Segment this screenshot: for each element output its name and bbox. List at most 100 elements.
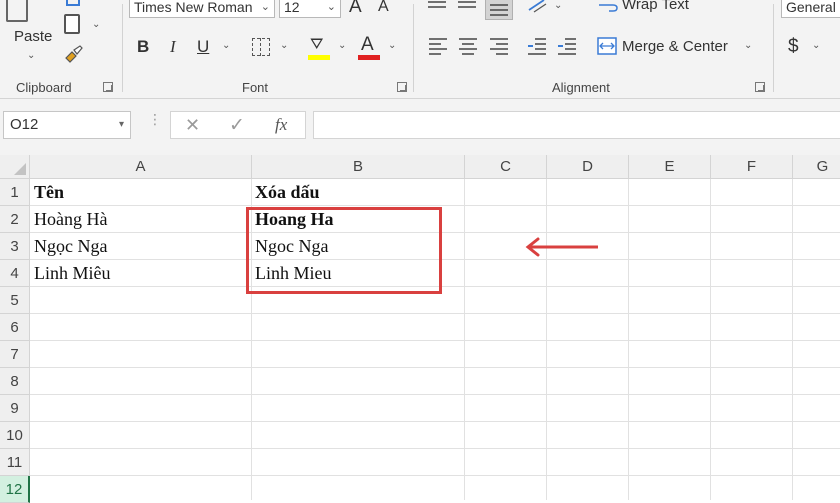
row-header-6[interactable]: 6 xyxy=(0,314,30,341)
font-name-select[interactable]: Times New Roman ⌄ xyxy=(129,0,275,18)
name-box[interactable]: O12 ▾ xyxy=(3,111,131,139)
clipboard-launcher-icon[interactable] xyxy=(103,82,113,92)
paste-icon[interactable] xyxy=(6,0,28,22)
cancel-icon[interactable]: ✕ xyxy=(185,115,200,136)
decrease-indent-icon[interactable] xyxy=(527,37,547,55)
chevron-down-icon: ▾ xyxy=(118,119,124,130)
merge-dropdown-icon[interactable]: ⌄ xyxy=(744,40,752,51)
underline-button[interactable]: U xyxy=(197,37,209,57)
select-all-button[interactable] xyxy=(0,155,30,179)
align-left-icon[interactable] xyxy=(428,37,448,55)
column-header-C[interactable]: C xyxy=(465,155,547,179)
spreadsheet-grid: A B C D E F G 1 2 3 4 5 6 7 8 9 10 11 12… xyxy=(0,155,840,503)
gridline xyxy=(30,340,840,341)
italic-button[interactable]: I xyxy=(170,37,176,57)
font-color-button[interactable]: A xyxy=(361,34,374,56)
column-header-G[interactable]: G xyxy=(793,155,840,179)
align-bottom-button[interactable] xyxy=(485,0,513,20)
ribbon: Paste ⌄ ⌄ Clipboard Times New Roman ⌄ 12… xyxy=(0,0,840,99)
wrap-text-icon[interactable] xyxy=(598,0,618,14)
row-header-1[interactable]: 1 xyxy=(0,179,30,206)
cell-B1[interactable]: Xóa dấu xyxy=(252,179,464,206)
merge-center-icon[interactable] xyxy=(597,37,617,55)
bold-button[interactable]: B xyxy=(137,37,149,57)
wrap-text-button[interactable]: Wrap Text xyxy=(622,0,689,13)
borders-icon[interactable] xyxy=(252,38,270,56)
highlight-box xyxy=(246,207,442,294)
drag-handle-icon[interactable]: ⋮ xyxy=(148,112,162,126)
gridline xyxy=(792,179,793,500)
group-divider xyxy=(413,4,414,92)
paste-button[interactable]: Paste xyxy=(14,28,52,45)
column-header-F[interactable]: F xyxy=(711,155,793,179)
currency-dropdown-icon[interactable]: ⌄ xyxy=(812,40,820,51)
gridline xyxy=(546,179,547,500)
cell-A4[interactable]: Linh Miêu xyxy=(31,260,251,287)
font-color-bar xyxy=(358,55,380,60)
row-header-3[interactable]: 3 xyxy=(0,233,30,260)
formula-input[interactable] xyxy=(313,111,840,139)
format-painter-icon[interactable] xyxy=(62,44,84,64)
fill-color-bar xyxy=(308,55,330,60)
font-group-label: Font xyxy=(242,80,269,95)
alignment-launcher-icon[interactable] xyxy=(755,82,765,92)
increase-indent-icon[interactable] xyxy=(557,37,577,55)
borders-dropdown-icon[interactable]: ⌄ xyxy=(280,40,288,51)
shrink-font-button[interactable]: A xyxy=(378,0,389,16)
row-header-12[interactable]: 12 xyxy=(0,476,30,503)
align-center-icon[interactable] xyxy=(458,37,478,55)
borders-icon-inner xyxy=(260,38,261,56)
group-divider xyxy=(122,4,123,92)
chevron-down-icon: ⌄ xyxy=(326,1,336,13)
font-launcher-icon[interactable] xyxy=(397,82,407,92)
paste-dropdown-icon[interactable]: ⌄ xyxy=(27,50,35,61)
font-size-value: 12 xyxy=(284,0,300,15)
grow-font-button[interactable]: A xyxy=(349,0,362,18)
insert-function-button[interactable]: fx xyxy=(275,115,287,135)
row-header-8[interactable]: 8 xyxy=(0,368,30,395)
formula-buttons: ✕ ✓ fx xyxy=(170,111,306,139)
gridline xyxy=(30,313,840,314)
row-header-11[interactable]: 11 xyxy=(0,449,30,476)
orientation-icon[interactable] xyxy=(526,0,552,14)
underline-dropdown-icon[interactable]: ⌄ xyxy=(222,40,230,51)
alignment-group-label: Alignment xyxy=(552,80,610,95)
number-format-value: General xyxy=(786,0,836,15)
align-right-icon[interactable] xyxy=(489,37,509,55)
row-header-5[interactable]: 5 xyxy=(0,287,30,314)
formula-bar: O12 ▾ ⋮ ✕ ✓ fx xyxy=(0,99,840,155)
fill-color-icon[interactable]: ⛛ xyxy=(310,36,323,54)
font-size-select[interactable]: 12 ⌄ xyxy=(279,0,341,18)
cell-A3[interactable]: Ngọc Nga xyxy=(31,233,251,260)
column-header-E[interactable]: E xyxy=(629,155,711,179)
gridline xyxy=(464,179,465,500)
column-header-B[interactable]: B xyxy=(252,155,465,179)
row-header-7[interactable]: 7 xyxy=(0,341,30,368)
copy-icon[interactable] xyxy=(64,14,80,34)
row-header-9[interactable]: 9 xyxy=(0,395,30,422)
column-header-D[interactable]: D xyxy=(547,155,629,179)
cut-icon[interactable] xyxy=(66,0,80,6)
font-name-value: Times New Roman xyxy=(134,0,253,15)
row-header-2[interactable]: 2 xyxy=(0,206,30,233)
gridline xyxy=(628,179,629,500)
fill-dropdown-icon[interactable]: ⌄ xyxy=(338,40,346,51)
font-color-dropdown-icon[interactable]: ⌄ xyxy=(388,40,396,51)
gridline xyxy=(30,421,840,422)
align-top-icon[interactable] xyxy=(427,0,447,10)
align-middle-icon[interactable] xyxy=(457,0,477,10)
currency-button[interactable]: $ xyxy=(788,36,799,58)
orientation-dropdown-icon[interactable]: ⌄ xyxy=(554,0,562,11)
row-header-10[interactable]: 10 xyxy=(0,422,30,449)
clipboard-group-label: Clipboard xyxy=(16,80,72,95)
gridline xyxy=(30,367,840,368)
column-header-A[interactable]: A xyxy=(30,155,252,179)
cell-A2[interactable]: Hoàng Hà xyxy=(31,206,251,233)
enter-icon[interactable]: ✓ xyxy=(229,114,245,137)
number-format-select[interactable]: General xyxy=(781,0,840,18)
cell-A1[interactable]: Tên xyxy=(31,179,251,206)
copy-dropdown-icon[interactable]: ⌄ xyxy=(92,19,100,30)
row-header-4[interactable]: 4 xyxy=(0,260,30,287)
align-bottom-icon xyxy=(490,4,508,16)
merge-center-button[interactable]: Merge & Center xyxy=(622,38,728,55)
